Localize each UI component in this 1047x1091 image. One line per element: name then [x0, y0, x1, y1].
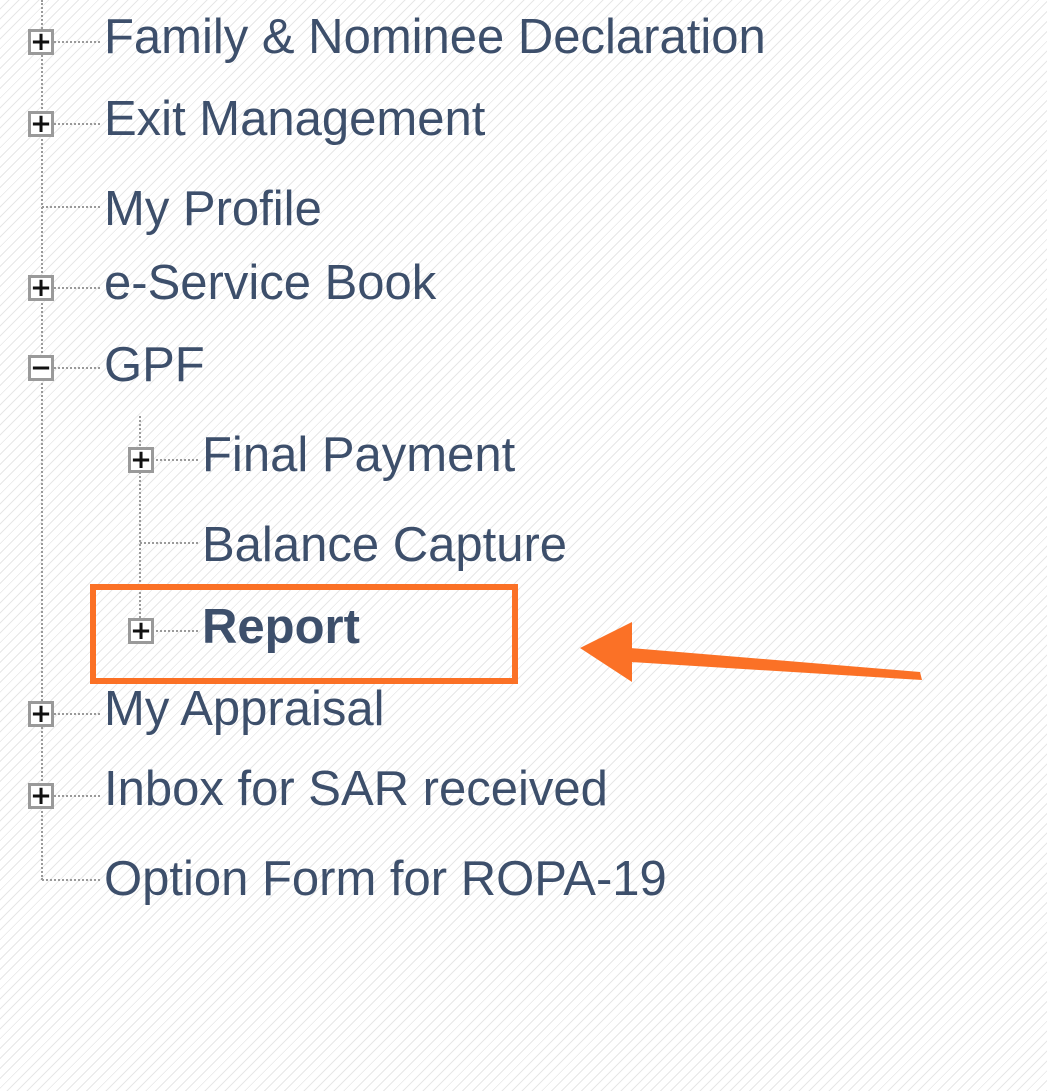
expand-icon[interactable]: +	[28, 29, 54, 55]
report-highlight-box	[90, 584, 518, 684]
tree-connector	[54, 123, 100, 125]
tree-item-exit-management[interactable]: Exit Management	[104, 95, 485, 144]
tree-item-option-form-ropa-19[interactable]: Option Form for ROPA-19	[104, 855, 667, 904]
expand-icon[interactable]: +	[128, 447, 154, 473]
tree-item-e-service-book[interactable]: e-Service Book	[104, 259, 436, 308]
expand-icon[interactable]: +	[28, 111, 54, 137]
navigation-tree: + Family & Nominee Declaration + Exit Ma…	[0, 0, 1047, 1091]
tree-connector	[54, 713, 100, 715]
tree-item-my-appraisal[interactable]: My Appraisal	[104, 685, 385, 734]
tree-connector	[54, 41, 100, 43]
tree-connector	[42, 879, 100, 881]
tree-connector	[54, 367, 100, 369]
tree-item-family-nominee-declaration[interactable]: Family & Nominee Declaration	[104, 13, 766, 62]
left-arrow-icon	[580, 622, 922, 682]
tree-connector	[42, 206, 100, 208]
tree-connector	[54, 287, 100, 289]
tree-item-final-payment[interactable]: Final Payment	[202, 431, 515, 480]
expand-icon[interactable]: +	[28, 783, 54, 809]
tree-connector	[54, 795, 100, 797]
collapse-icon[interactable]: −	[28, 355, 54, 381]
tree-item-inbox-for-sar-received[interactable]: Inbox for SAR received	[104, 765, 608, 814]
tree-connector	[156, 459, 198, 461]
expand-icon[interactable]: +	[28, 701, 54, 727]
tree-item-balance-capture[interactable]: Balance Capture	[202, 521, 567, 570]
tree-item-my-profile[interactable]: My Profile	[104, 185, 322, 234]
tree-item-gpf[interactable]: GPF	[104, 341, 205, 390]
expand-icon[interactable]: +	[28, 275, 54, 301]
tree-connector	[140, 542, 198, 544]
